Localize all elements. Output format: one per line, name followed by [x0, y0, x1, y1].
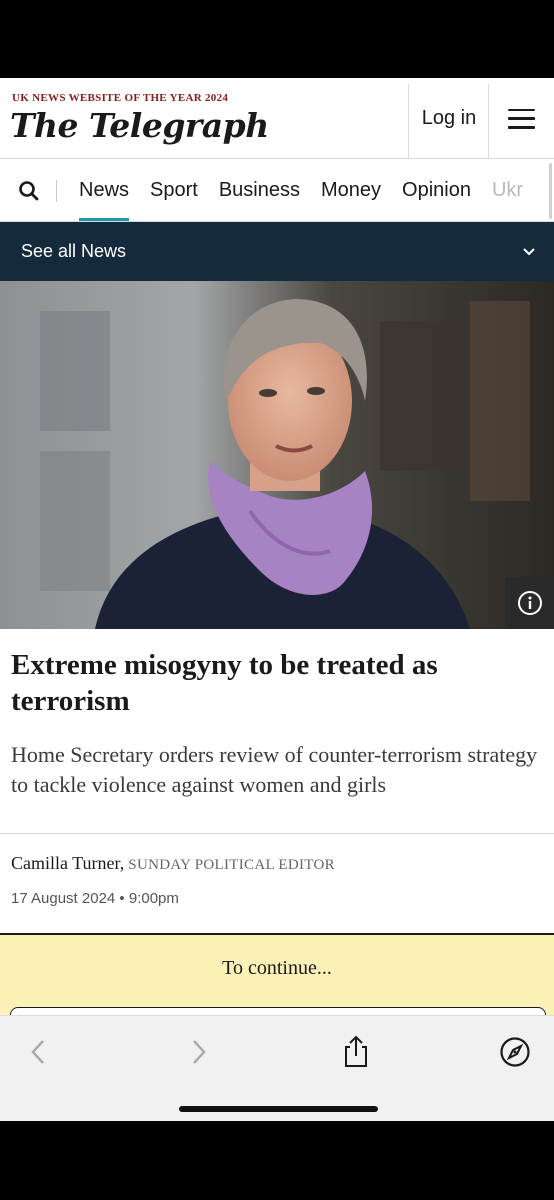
nav-item-ukraine[interactable]: Ukr: [492, 159, 523, 221]
browser-toolbar: [0, 1015, 554, 1121]
status-bar-area: [0, 0, 554, 78]
chevron-down-icon: [523, 248, 535, 256]
author-role: SUNDAY POLITICAL EDITOR: [128, 857, 335, 873]
share-button[interactable]: [338, 1034, 374, 1070]
nav-separator: [56, 180, 57, 202]
share-icon: [345, 1035, 367, 1067]
nav-item-news[interactable]: News: [79, 159, 130, 221]
paywall-banner: To continue...: [0, 933, 554, 1027]
publish-date: 17 August 2024 • 9:00pm: [11, 890, 179, 907]
compass-icon: [500, 1037, 530, 1067]
compass-button[interactable]: [497, 1034, 533, 1070]
forward-button[interactable]: [181, 1034, 217, 1070]
menu-button[interactable]: [489, 78, 554, 159]
byline: Camilla Turner, SUNDAY POLITICAL EDITOR: [11, 853, 335, 874]
login-button[interactable]: Log in: [409, 78, 489, 159]
bottom-area: [0, 1121, 554, 1200]
hero-image: [0, 281, 554, 629]
info-icon: [517, 591, 542, 615]
section-nav: News Sport Business Money Opinion Ukr: [0, 159, 554, 222]
nav-scrollbar: [549, 163, 552, 219]
forward-arrow-icon: [193, 1040, 206, 1064]
nav-item-money[interactable]: Money: [321, 159, 381, 221]
paywall-text: To continue...: [222, 957, 332, 979]
hero-photo: [0, 281, 554, 629]
article-divider: [0, 833, 554, 834]
see-all-news-label: See all News: [21, 241, 127, 261]
search-icon[interactable]: [16, 178, 42, 204]
article-standfirst: Home Secretary orders review of counter-…: [11, 742, 538, 797]
home-indicator[interactable]: [179, 1106, 378, 1112]
nav-item-sport[interactable]: Sport: [150, 159, 198, 221]
see-all-news-bar[interactable]: See all News: [0, 222, 554, 281]
image-info-button[interactable]: [505, 577, 554, 629]
article-headline: Extreme misogyny to be treated as terror…: [11, 649, 438, 717]
back-arrow-icon: [31, 1040, 44, 1064]
hamburger-menu-icon: [508, 108, 535, 129]
nav-item-opinion[interactable]: Opinion: [402, 159, 471, 221]
award-tagline: UK NEWS WEBSITE OF THE YEAR 2024: [12, 92, 229, 104]
site-header: UK NEWS WEBSITE OF THE YEAR 2024 The Tel…: [0, 78, 554, 159]
article-header: Extreme misogyny to be treated as terror…: [0, 629, 554, 933]
author-name[interactable]: Camilla Turner,: [11, 853, 124, 873]
back-button[interactable]: [20, 1034, 56, 1070]
telegraph-logo[interactable]: The Telegraph: [10, 106, 269, 145]
nav-item-business[interactable]: Business: [219, 159, 300, 221]
